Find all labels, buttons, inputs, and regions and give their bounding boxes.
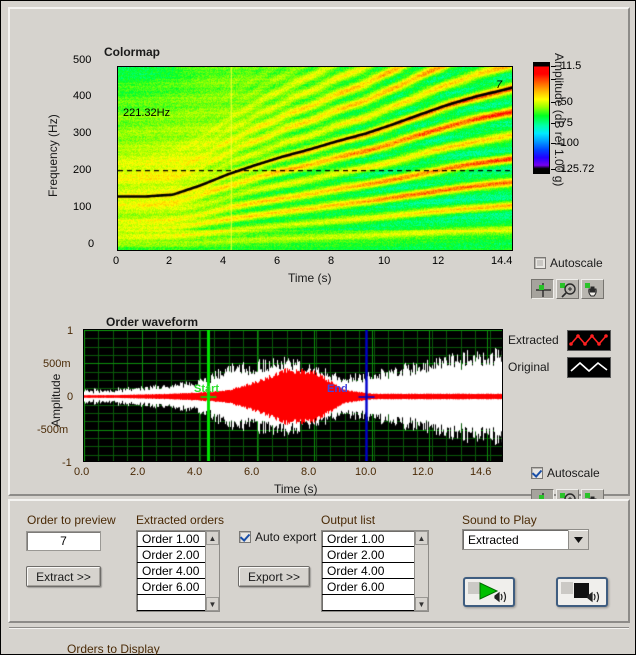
- waveform-xtick-10: 10.0: [355, 466, 376, 478]
- footer-divider: [9, 627, 629, 629]
- chevron-down-icon[interactable]: [568, 530, 588, 549]
- list-item[interactable]: Order 6.00: [137, 579, 205, 595]
- auto-export-label: Auto export: [255, 530, 316, 544]
- waveform-ytick-m1: -1: [62, 457, 72, 469]
- legend-label-extracted: Extracted: [508, 333, 559, 347]
- scroll-down-arrow-icon[interactable]: ▼: [415, 597, 428, 611]
- list-item-empty[interactable]: [322, 595, 414, 611]
- colormap-ytick-300: 300: [73, 127, 91, 139]
- waveform-xlabel: Time (s): [274, 482, 318, 496]
- speaker-icon: [588, 592, 599, 602]
- waveform-ytick-500m: 500m: [43, 358, 71, 370]
- waveform-ytick-m500m: -500m: [37, 424, 68, 436]
- waveform-autoscale-label: Autoscale: [547, 466, 600, 480]
- waveform-xtick-12: 12.0: [412, 466, 433, 478]
- order-to-preview-input[interactable]: 7: [26, 531, 101, 551]
- order-to-preview-label: Order to preview: [27, 513, 116, 527]
- colormap-xtick-4: 4: [220, 255, 226, 267]
- colormap-ytick-500: 500: [73, 54, 91, 66]
- colormap-xtick-0: 0: [113, 255, 119, 267]
- waveform-xtick-4: 4.0: [187, 466, 202, 478]
- waveform-xtick-8: 8.0: [301, 466, 316, 478]
- list-item[interactable]: Order 4.00: [322, 563, 414, 579]
- auto-export-checkbox[interactable]: Auto export: [239, 530, 316, 544]
- application-window: Colormap Frequency (Hz) 500 400 300 200 …: [0, 0, 636, 655]
- waveform-ytick-0: 0: [67, 391, 73, 403]
- stop-button[interactable]: [556, 577, 608, 607]
- control-panel: Order to preview 7 Extract >> Extracted …: [8, 499, 630, 623]
- extract-button[interactable]: Extract >>: [26, 566, 101, 587]
- colormap-title: Colormap: [104, 45, 160, 59]
- scroll-up-arrow-icon[interactable]: ▲: [415, 531, 428, 545]
- scroll-up-arrow-icon[interactable]: ▲: [206, 531, 219, 545]
- list-item[interactable]: Order 2.00: [322, 547, 414, 563]
- extracted-orders-label: Extracted orders: [136, 513, 224, 527]
- graph-panel: Colormap Frequency (Hz) 500 400 300 200 …: [8, 7, 630, 496]
- colormap-ytick-400: 400: [73, 90, 91, 102]
- legend-swatch-extracted[interactable]: [567, 330, 611, 351]
- list-item[interactable]: Order 1.00: [137, 531, 205, 547]
- list-item-empty[interactable]: [137, 595, 205, 611]
- colormap-xlabel: Time (s): [288, 271, 332, 285]
- waveform-start-cursor-label: Start: [194, 383, 219, 395]
- colormap-cursor-frequency-annotation: 221.32Hz: [123, 107, 170, 119]
- colormap-ytick-100: 100: [73, 201, 91, 213]
- colormap-xtick-10: 10: [378, 255, 390, 267]
- colormap-ylabel: Frequency (Hz): [46, 114, 60, 197]
- colormap-autoscale-label: Autoscale: [550, 256, 603, 270]
- colormap-ytick-200: 200: [73, 164, 91, 176]
- waveform-end-cursor-label: End: [327, 383, 348, 395]
- waveform-ytick-1: 1: [67, 325, 73, 337]
- output-listbox[interactable]: Order 1.00 Order 2.00 Order 4.00 Order 6…: [321, 530, 429, 612]
- sound-to-play-select[interactable]: Extracted: [462, 529, 589, 550]
- waveform-xtick-0: 0.0: [74, 466, 89, 478]
- export-button[interactable]: Export >>: [238, 566, 310, 587]
- colormap-xtick-144: 14.4: [491, 255, 512, 267]
- waveform-xtick-6: 6.0: [244, 466, 259, 478]
- waveform-xtick-146: 14.6: [470, 466, 491, 478]
- output-list-items[interactable]: Order 1.00 Order 2.00 Order 4.00 Order 6…: [322, 531, 414, 611]
- colorbar-title: Amplitude (dB ref 1.00 g): [552, 53, 566, 186]
- colormap-spectrogram-plot[interactable]: 221.32Hz 7: [117, 66, 513, 251]
- extracted-orders-scrollbar[interactable]: ▲ ▼: [205, 531, 219, 611]
- sound-to-play-label: Sound to Play: [462, 513, 537, 527]
- colormap-xtick-12: 12: [432, 255, 444, 267]
- waveform-title: Order waveform: [106, 315, 198, 329]
- speaker-icon: [495, 592, 506, 602]
- colormap-xtick-8: 8: [328, 255, 334, 267]
- waveform-autoscale-checkbox[interactable]: Autoscale: [531, 466, 600, 480]
- colormap-xtick-6: 6: [274, 255, 280, 267]
- output-list-scrollbar[interactable]: ▲ ▼: [414, 531, 428, 611]
- legend-swatch-original[interactable]: [567, 357, 611, 378]
- colormap-order-label: 7: [496, 79, 502, 91]
- waveform-xtick-2: 2.0: [130, 466, 145, 478]
- colormap-cursor-tool[interactable]: [531, 279, 554, 299]
- colormap-autoscale-box[interactable]: [534, 257, 546, 269]
- waveform-ylabel: Amplitude: [49, 374, 63, 427]
- auto-export-box[interactable]: [239, 531, 251, 543]
- orders-to-display-label: Orders to Display: [67, 642, 160, 655]
- list-item[interactable]: Order 2.00: [137, 547, 205, 563]
- output-list-label: Output list: [321, 513, 375, 527]
- waveform-autoscale-box[interactable]: [531, 467, 543, 479]
- colormap-zoom-tool[interactable]: [556, 279, 579, 299]
- colormap-colorbar[interactable]: [533, 62, 550, 174]
- extracted-orders-listbox[interactable]: Order 1.00 Order 2.00 Order 4.00 Order 6…: [136, 530, 220, 612]
- list-item[interactable]: Order 4.00: [137, 563, 205, 579]
- legend-label-original: Original: [508, 360, 549, 374]
- play-button[interactable]: [463, 577, 515, 607]
- list-item[interactable]: Order 1.00: [322, 531, 414, 547]
- order-waveform-plot[interactable]: Start End: [83, 329, 503, 462]
- colormap-pan-tool[interactable]: [581, 279, 604, 299]
- colormap-autoscale-checkbox[interactable]: Autoscale: [534, 256, 603, 270]
- list-item[interactable]: Order 6.00: [322, 579, 414, 595]
- colormap-graph-toolbar[interactable]: [531, 279, 604, 299]
- colormap-ytick-0: 0: [88, 238, 94, 250]
- scroll-down-arrow-icon[interactable]: ▼: [206, 597, 219, 611]
- colormap-xtick-2: 2: [166, 255, 172, 267]
- extracted-orders-items[interactable]: Order 1.00 Order 2.00 Order 4.00 Order 6…: [137, 531, 205, 611]
- sound-to-play-value: Extracted: [463, 533, 568, 547]
